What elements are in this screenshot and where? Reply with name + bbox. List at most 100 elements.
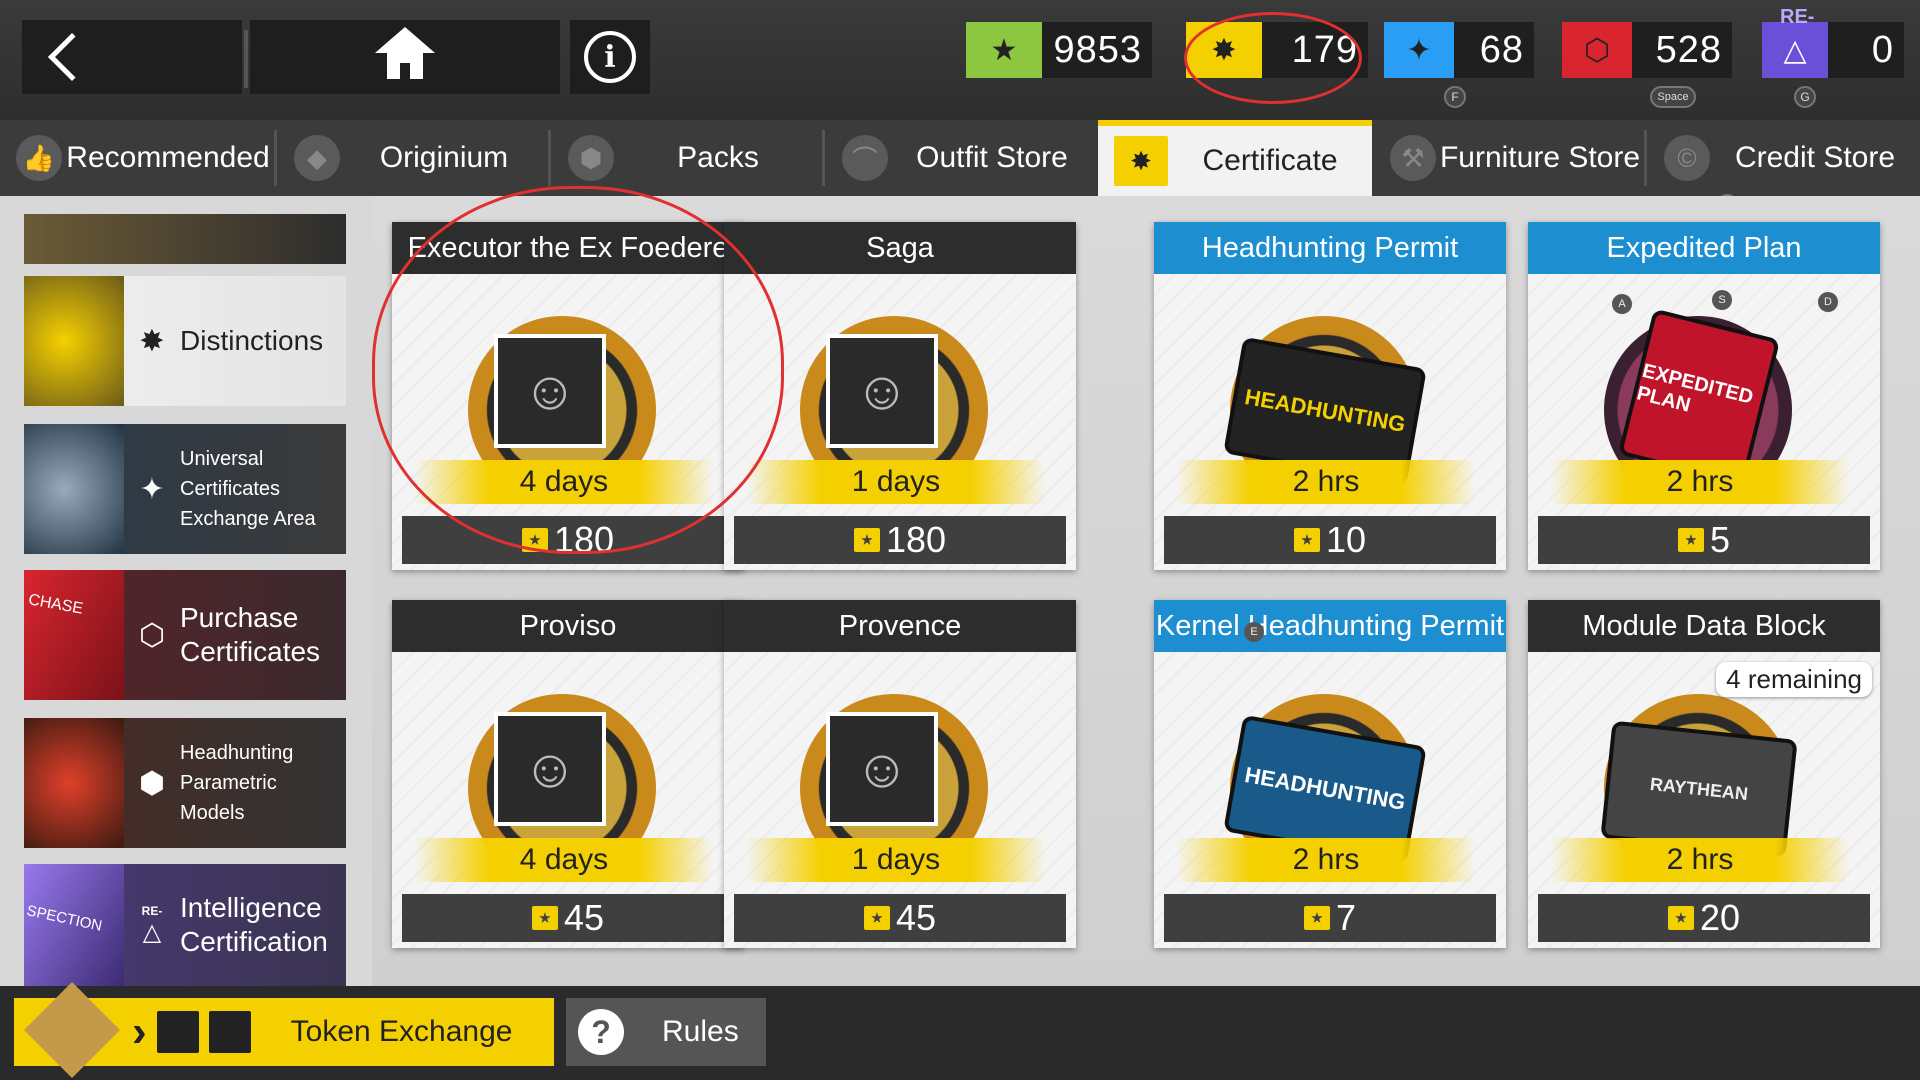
sidebar-item-label: Universal Certificates Exchange Area [180,444,316,534]
token-emblem-icon [24,982,120,1078]
contingency-certificate-icon: ⬡ [1562,22,1632,78]
tab-originium[interactable]: ◆ Originium [278,120,548,196]
tab-label: Furniture Store [1439,141,1641,174]
price-bar: 20 [1538,894,1870,942]
currency-commendation-certificate[interactable]: ✦ 68 [1384,22,1534,78]
shop-card[interactable]: Expedited Plan A S D EXPEDITED PLAN 2 hr… [1528,222,1880,570]
module-data-block-art: RAYTHEAN [1600,720,1798,858]
tab-recommended[interactable]: 👍 Recommended [0,120,274,196]
operator-portrait: ☺ [826,712,938,826]
back-arrow-icon [47,32,97,82]
tab-label: Recommended [66,141,270,174]
shop-card[interactable]: Saga ☺ 1 days 180 [724,222,1076,570]
currency-gold-certificate[interactable]: ★ 9853 [966,22,1152,78]
sidebar-item-intelligence-certification[interactable]: SPECTION RE- △ Intelligence Certification [24,864,346,986]
tab-certificate[interactable]: ✸ Certificate [1098,120,1372,196]
shop-card[interactable]: Module Data Block RAYTHEAN 4 remaining 2… [1528,600,1880,948]
label-line: Exchange Area [180,508,316,530]
tab-furniture-store[interactable]: ⚒ Furniture Store [1374,120,1644,196]
purchase-certificate-icon: ⬡ [138,618,166,652]
tab-credit-store[interactable]: © Credit Store [1648,120,1920,196]
sidebar-item-label: Purchase Certificates [180,601,320,668]
shop-grid: Executor the Ex Foedere ☺ 4 days 180 Sag… [372,196,1920,986]
parametric-model-icon: ⬢ [138,766,166,800]
home-icon [365,27,445,87]
label-line: Parametric Models [180,772,277,824]
top-bar: i ★ 9853 ✸ 179 ✦ 68 F ⬡ 528 Space △ 0 RE… [0,0,1920,120]
tab-separator [1644,130,1647,186]
card-title: Saga [724,222,1076,274]
re-certificate-icon: △ [1762,22,1828,78]
sidebar-item-partial[interactable] [24,214,346,264]
distinction-certificate-icon [521,528,548,552]
sidebar-item-purchase-certificates[interactable]: CHASE ⬡ Purchase Certificates [24,570,346,700]
distinction-art [24,276,124,406]
sidebar-item-universal-certificates[interactable]: ✦ Universal Certificates Exchange Area [24,424,346,554]
key-hint-s: S [1712,290,1732,310]
re-badge: RE- [141,903,163,918]
intelligence-icon: RE- △ [141,903,163,946]
sidebar-item-headhunting-parametric-models[interactable]: ⬢ Headhunting Parametric Models [24,718,346,848]
art-text: CHASE [27,591,85,618]
shop-card[interactable]: Provence ☺ 1 days 45 [724,600,1076,948]
distinction-certificate-icon: ✸ [1186,22,1262,78]
distinction-certificate-icon [1667,906,1694,930]
distinction-icon: ✸ [139,324,165,358]
info-icon: i [584,31,636,83]
shop-card[interactable]: Proviso ☺ 4 days 45 [392,600,744,948]
label-line: Certificates [180,478,281,500]
chevron-right-icon: › [132,1007,147,1056]
card-body: HEADHUNTING 2 hrs 10 [1154,274,1506,570]
key-hint-a: A [1612,294,1632,314]
operator-portrait: ☺ [494,712,606,826]
gold-certificate-icon: ★ [966,22,1042,78]
shop-card[interactable]: Kernel Headhunting Permit E HEADHUNTING … [1154,600,1506,948]
home-button[interactable] [250,20,560,94]
shop-card[interactable]: Headhunting Permit HEADHUNTING 2 hrs 10 [1154,222,1506,570]
sidebar-item-label: Headhunting Parametric Models [180,738,346,828]
duration-label: 1 days [746,460,1046,504]
duration-label: 1 days [746,838,1046,882]
duration-label: 4 days [414,460,714,504]
distinction-certificate-icon [853,528,880,552]
universal-certificate-icon: ✦ [139,472,165,506]
card-body: ☺ 1 days 45 [724,652,1076,948]
token-exchange-button[interactable]: › Token Exchange [14,982,554,1078]
currency-value: 68 [1454,22,1534,78]
card-body: ☺ 4 days 45 [392,652,744,948]
price-bar: 45 [734,894,1066,942]
card-title: Executor the Ex Foedere [392,222,744,274]
operator-portrait: ☺ [826,334,938,448]
currency-distinction-certificate[interactable]: ✸ 179 [1186,22,1368,78]
card-body: A S D EXPEDITED PLAN 2 hrs 5 [1528,274,1880,570]
duration-label: 2 hrs [1176,460,1476,504]
label-line: Headhunting [180,742,294,764]
tab-packs[interactable]: ⬢ Packs [552,120,822,196]
rules-button[interactable]: ? Rules [566,998,766,1066]
duration-label: 2 hrs [1550,460,1850,504]
duration-label: 2 hrs [1176,838,1476,882]
label-line: Universal [180,448,264,470]
universal-certificate-art [24,424,124,554]
question-icon: ? [578,1009,624,1055]
price-value: 10 [1325,519,1367,560]
currency-contingency-certificate[interactable]: ⬡ 528 [1562,22,1732,78]
info-button[interactable]: i [570,20,650,94]
credit-icon: © [1664,135,1710,181]
card-body: RAYTHEAN 4 remaining 2 hrs 20 [1528,652,1880,948]
duration-label: 2 hrs [1550,838,1850,882]
currency-re-certificate[interactable]: △ 0 [1762,22,1904,78]
key-hint-g: G [1794,86,1816,108]
tab-label: Packs [677,141,759,174]
sidebar-item-distinctions[interactable]: ✸ Distinctions [24,276,346,406]
rules-label: Rules [662,1015,739,1048]
bottom-bar: › Token Exchange ? Rules [0,982,1920,1080]
price-value: 20 [1699,897,1741,938]
shop-card[interactable]: Executor the Ex Foedere ☺ 4 days 180 [392,222,744,570]
tab-outfit-store[interactable]: ⌒ Outfit Store [826,120,1096,196]
sidebar-item-label: Intelligence Certification [180,891,328,958]
re-badge: RE- [1780,6,1815,28]
key-hint-space: Space [1650,86,1696,108]
back-button[interactable] [22,20,242,94]
nav-divider [244,30,248,88]
